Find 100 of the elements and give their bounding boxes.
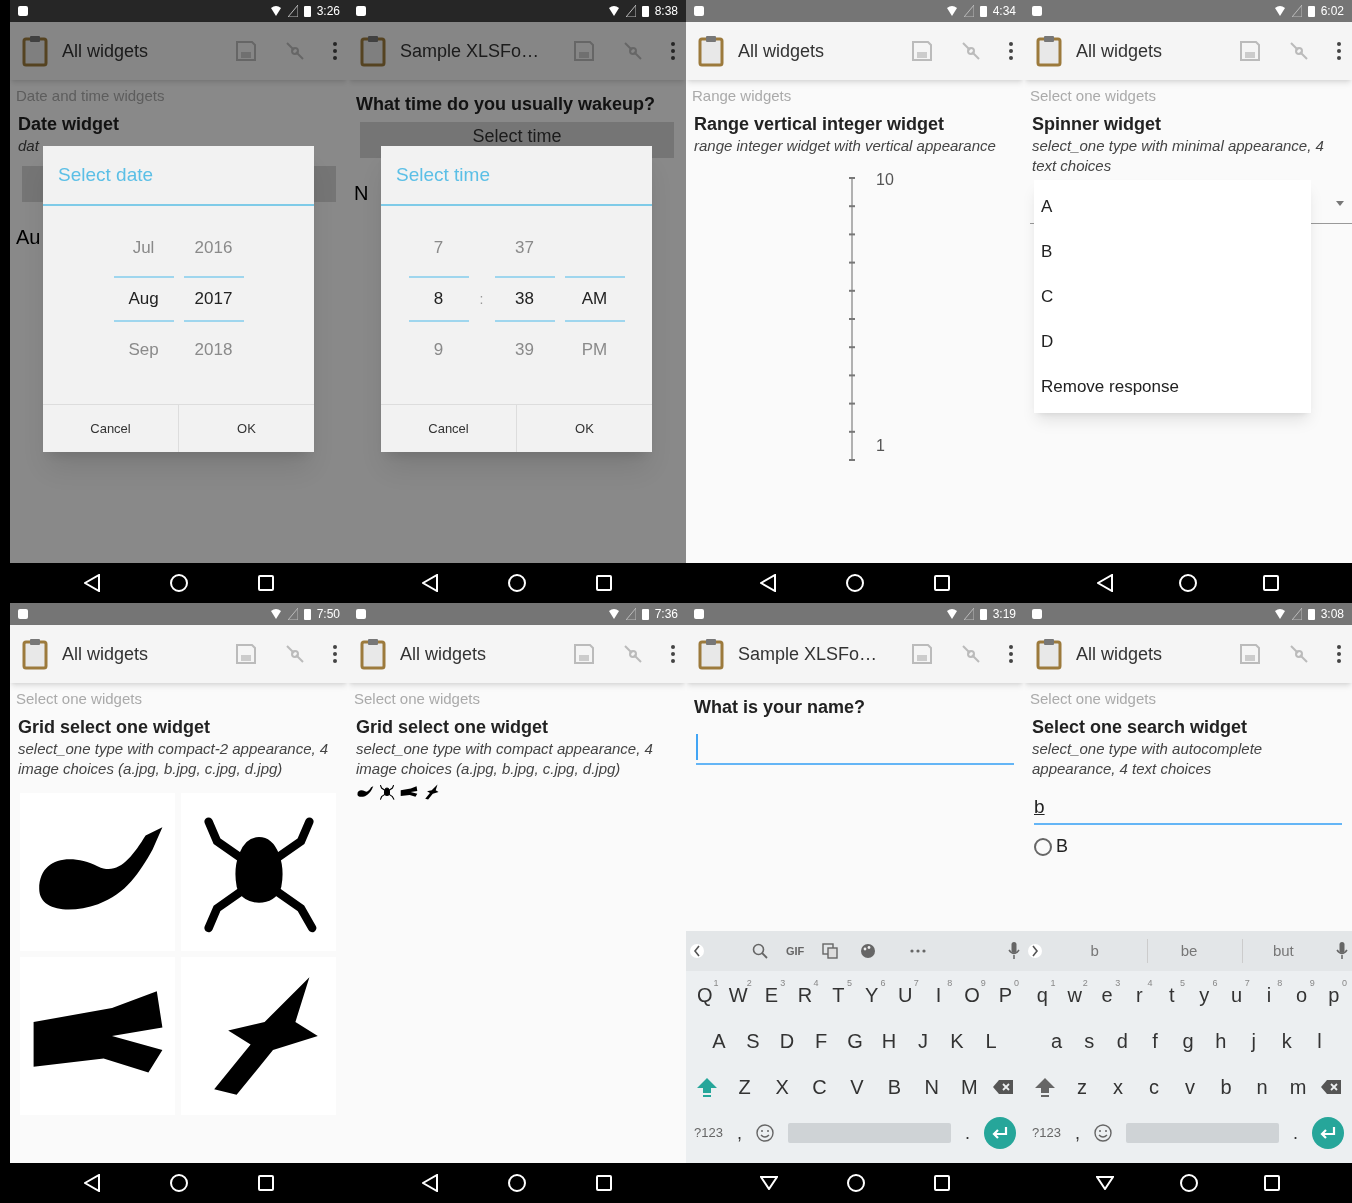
chevron-left-icon[interactable] bbox=[690, 941, 704, 961]
translate-icon[interactable] bbox=[822, 943, 839, 959]
suggestion[interactable]: but bbox=[1241, 939, 1324, 963]
keyboard-key[interactable]: v bbox=[1179, 1065, 1201, 1109]
keyboard-key[interactable]: k bbox=[1275, 1019, 1298, 1063]
more-options-icon[interactable] bbox=[332, 41, 338, 61]
back-icon[interactable] bbox=[1096, 574, 1113, 592]
comma-key[interactable]: , bbox=[1074, 1119, 1080, 1147]
menu-item[interactable]: B bbox=[1034, 229, 1311, 274]
menu-item[interactable]: C bbox=[1034, 274, 1311, 319]
dialog-button[interactable]: Cancel bbox=[381, 405, 516, 452]
keyboard-key[interactable]: g bbox=[1177, 1019, 1199, 1063]
hide-keyboard-icon[interactable] bbox=[760, 1176, 778, 1190]
recent-apps-icon[interactable] bbox=[1263, 575, 1280, 591]
home-icon[interactable] bbox=[507, 1173, 527, 1193]
suggestion[interactable]: b bbox=[1054, 939, 1136, 963]
keyboard-key[interactable]: F bbox=[810, 1019, 832, 1063]
more-options-icon[interactable] bbox=[670, 644, 676, 664]
image-choice[interactable] bbox=[20, 957, 175, 1115]
keyboard-key[interactable]: c bbox=[1143, 1065, 1165, 1109]
period-key[interactable]: . bbox=[965, 1119, 970, 1147]
more-icon[interactable] bbox=[910, 949, 927, 953]
more-options-icon[interactable] bbox=[1008, 644, 1014, 664]
keyboard-key[interactable]: z bbox=[1071, 1065, 1093, 1109]
menu-item[interactable]: Remove response bbox=[1034, 364, 1311, 409]
dialog-button[interactable]: OK bbox=[178, 405, 314, 452]
keyboard-key[interactable]: J bbox=[912, 1019, 934, 1063]
keyboard-key[interactable]: l bbox=[1308, 1019, 1331, 1063]
home-icon[interactable] bbox=[169, 1173, 189, 1193]
chevron-right-icon[interactable] bbox=[1028, 941, 1042, 961]
backspace-icon[interactable] bbox=[1320, 1079, 1342, 1095]
search-field[interactable]: b bbox=[1034, 793, 1342, 825]
keyboard-key[interactable]: D bbox=[776, 1019, 798, 1063]
keyboard-key[interactable]: Z bbox=[733, 1065, 756, 1109]
shift-icon[interactable] bbox=[696, 1076, 718, 1098]
keyboard-key[interactable]: h bbox=[1209, 1019, 1232, 1063]
period-key[interactable]: . bbox=[1293, 1119, 1298, 1147]
home-icon[interactable] bbox=[507, 573, 527, 593]
dialog-button[interactable]: OK bbox=[516, 405, 652, 452]
keyboard-key[interactable]: n bbox=[1251, 1065, 1273, 1109]
back-icon[interactable] bbox=[422, 1174, 439, 1192]
recent-apps-icon[interactable] bbox=[1263, 1175, 1280, 1191]
keyboard-key[interactable]: H bbox=[878, 1019, 900, 1063]
emoji-icon[interactable] bbox=[755, 1124, 774, 1142]
picker-value[interactable]: Aug bbox=[128, 286, 159, 312]
backspace-icon[interactable] bbox=[991, 1079, 1014, 1095]
palette-icon[interactable] bbox=[860, 943, 877, 959]
comma-key[interactable]: , bbox=[736, 1119, 742, 1147]
back-icon[interactable] bbox=[84, 1174, 101, 1192]
more-options-icon[interactable] bbox=[332, 644, 338, 664]
back-icon[interactable] bbox=[422, 574, 439, 592]
keyboard-key[interactable]: s bbox=[1078, 1019, 1101, 1063]
keyboard-key[interactable]: K bbox=[946, 1019, 968, 1063]
keyboard-key[interactable]: M bbox=[958, 1065, 981, 1109]
keyboard-key[interactable]: m bbox=[1287, 1065, 1309, 1109]
more-options-icon[interactable] bbox=[670, 41, 676, 61]
home-icon[interactable] bbox=[169, 573, 189, 593]
image-choice[interactable] bbox=[181, 957, 336, 1115]
keyboard-key[interactable]: L bbox=[980, 1019, 1002, 1063]
back-icon[interactable] bbox=[84, 574, 101, 592]
emoji-icon[interactable] bbox=[1093, 1124, 1112, 1142]
shift-icon[interactable] bbox=[1034, 1076, 1056, 1098]
keyboard-key[interactable]: d bbox=[1111, 1019, 1134, 1063]
picker-value[interactable]: 2017 bbox=[194, 286, 233, 312]
search-icon[interactable] bbox=[752, 943, 768, 959]
home-icon[interactable] bbox=[1179, 1173, 1199, 1193]
enter-key-icon[interactable] bbox=[1312, 1117, 1344, 1149]
hide-keyboard-icon[interactable] bbox=[1096, 1176, 1115, 1190]
keyboard-key[interactable]: f bbox=[1144, 1019, 1167, 1063]
keyboard-key[interactable]: S bbox=[742, 1019, 764, 1063]
suggestion[interactable]: be bbox=[1147, 939, 1230, 963]
picker-value[interactable]: 38 bbox=[515, 286, 534, 312]
enter-key-icon[interactable] bbox=[984, 1117, 1016, 1149]
keyboard-key[interactable]: b bbox=[1215, 1065, 1237, 1109]
keyboard-key[interactable]: N bbox=[920, 1065, 943, 1109]
more-options-icon[interactable] bbox=[1336, 41, 1342, 61]
keyboard-key[interactable]: G bbox=[844, 1019, 866, 1063]
image-choice[interactable] bbox=[181, 793, 336, 951]
microphone-icon[interactable] bbox=[1336, 942, 1348, 960]
keyboard-key[interactable]: x bbox=[1107, 1065, 1129, 1109]
keyboard-key[interactable]: a bbox=[1045, 1019, 1068, 1063]
recent-apps-icon[interactable] bbox=[934, 1175, 950, 1191]
keyboard-key[interactable]: j bbox=[1242, 1019, 1265, 1063]
home-icon[interactable] bbox=[845, 573, 865, 593]
image-choice[interactable] bbox=[20, 793, 175, 951]
menu-item[interactable]: A bbox=[1034, 184, 1311, 229]
recent-apps-icon[interactable] bbox=[257, 1175, 274, 1191]
more-options-icon[interactable] bbox=[1008, 41, 1014, 61]
symbols-key[interactable]: ?123 bbox=[1032, 1123, 1061, 1143]
keyboard-key[interactable]: V bbox=[845, 1065, 868, 1109]
microphone-icon[interactable] bbox=[1008, 942, 1020, 960]
recent-apps-icon[interactable] bbox=[595, 575, 612, 591]
home-icon[interactable] bbox=[846, 1173, 866, 1193]
recent-apps-icon[interactable] bbox=[257, 575, 274, 591]
keyboard-key[interactable]: A bbox=[708, 1019, 730, 1063]
recent-apps-icon[interactable] bbox=[595, 1175, 612, 1191]
keyboard-key[interactable]: X bbox=[771, 1065, 794, 1109]
gif-button[interactable]: GIF bbox=[780, 942, 811, 960]
input-field[interactable] bbox=[696, 731, 1014, 765]
home-icon[interactable] bbox=[1178, 573, 1198, 593]
